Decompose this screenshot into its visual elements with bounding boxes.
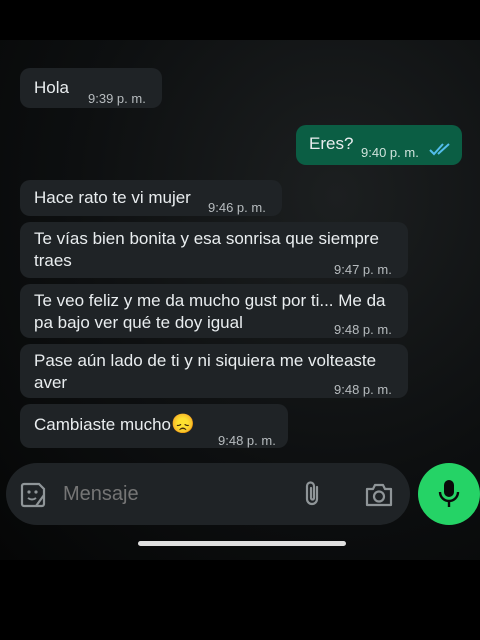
message-text: Hace rato te vi mujer bbox=[34, 188, 191, 207]
attach-icon[interactable] bbox=[302, 479, 324, 509]
message-incoming[interactable]: Te veo feliz y me da mucho gust por ti..… bbox=[20, 284, 408, 338]
mic-icon bbox=[438, 480, 460, 507]
message-text: Hola bbox=[34, 78, 69, 97]
message-text-content: Cambiaste mucho bbox=[34, 415, 172, 434]
message-outgoing[interactable]: Eres? 9:40 p. m. bbox=[296, 125, 462, 165]
sad-face-emoji: 😞 bbox=[171, 414, 195, 435]
message-time: 9:40 p. m. bbox=[361, 145, 419, 160]
camera-icon[interactable] bbox=[364, 482, 394, 508]
message-incoming[interactable]: Hola 9:39 p. m. bbox=[20, 68, 162, 108]
message-input[interactable] bbox=[63, 483, 283, 506]
read-ticks-icon bbox=[429, 143, 450, 156]
message-time: 9:48 p. m. bbox=[334, 382, 392, 397]
voice-message-button[interactable] bbox=[418, 463, 480, 525]
message-time: 9:47 p. m. bbox=[334, 262, 392, 277]
message-time: 9:48 p. m. bbox=[218, 433, 276, 448]
message-incoming[interactable]: Pase aún lado de ti y ni siquiera me vol… bbox=[20, 344, 408, 398]
home-indicator[interactable] bbox=[138, 541, 346, 546]
message-time: 9:48 p. m. bbox=[334, 322, 392, 337]
message-time: 9:39 p. m. bbox=[88, 91, 146, 106]
message-incoming[interactable]: Te vías bien bonita y esa sonrisa que si… bbox=[20, 222, 408, 278]
message-incoming[interactable]: Cambiaste mucho😞 9:48 p. m. bbox=[20, 404, 288, 448]
message-time: 9:46 p. m. bbox=[208, 200, 266, 215]
message-text: Cambiaste mucho😞 bbox=[34, 414, 195, 436]
message-incoming[interactable]: Hace rato te vi mujer 9:46 p. m. bbox=[20, 180, 282, 216]
sticker-icon[interactable] bbox=[19, 481, 47, 509]
message-text: Eres? bbox=[309, 134, 354, 153]
